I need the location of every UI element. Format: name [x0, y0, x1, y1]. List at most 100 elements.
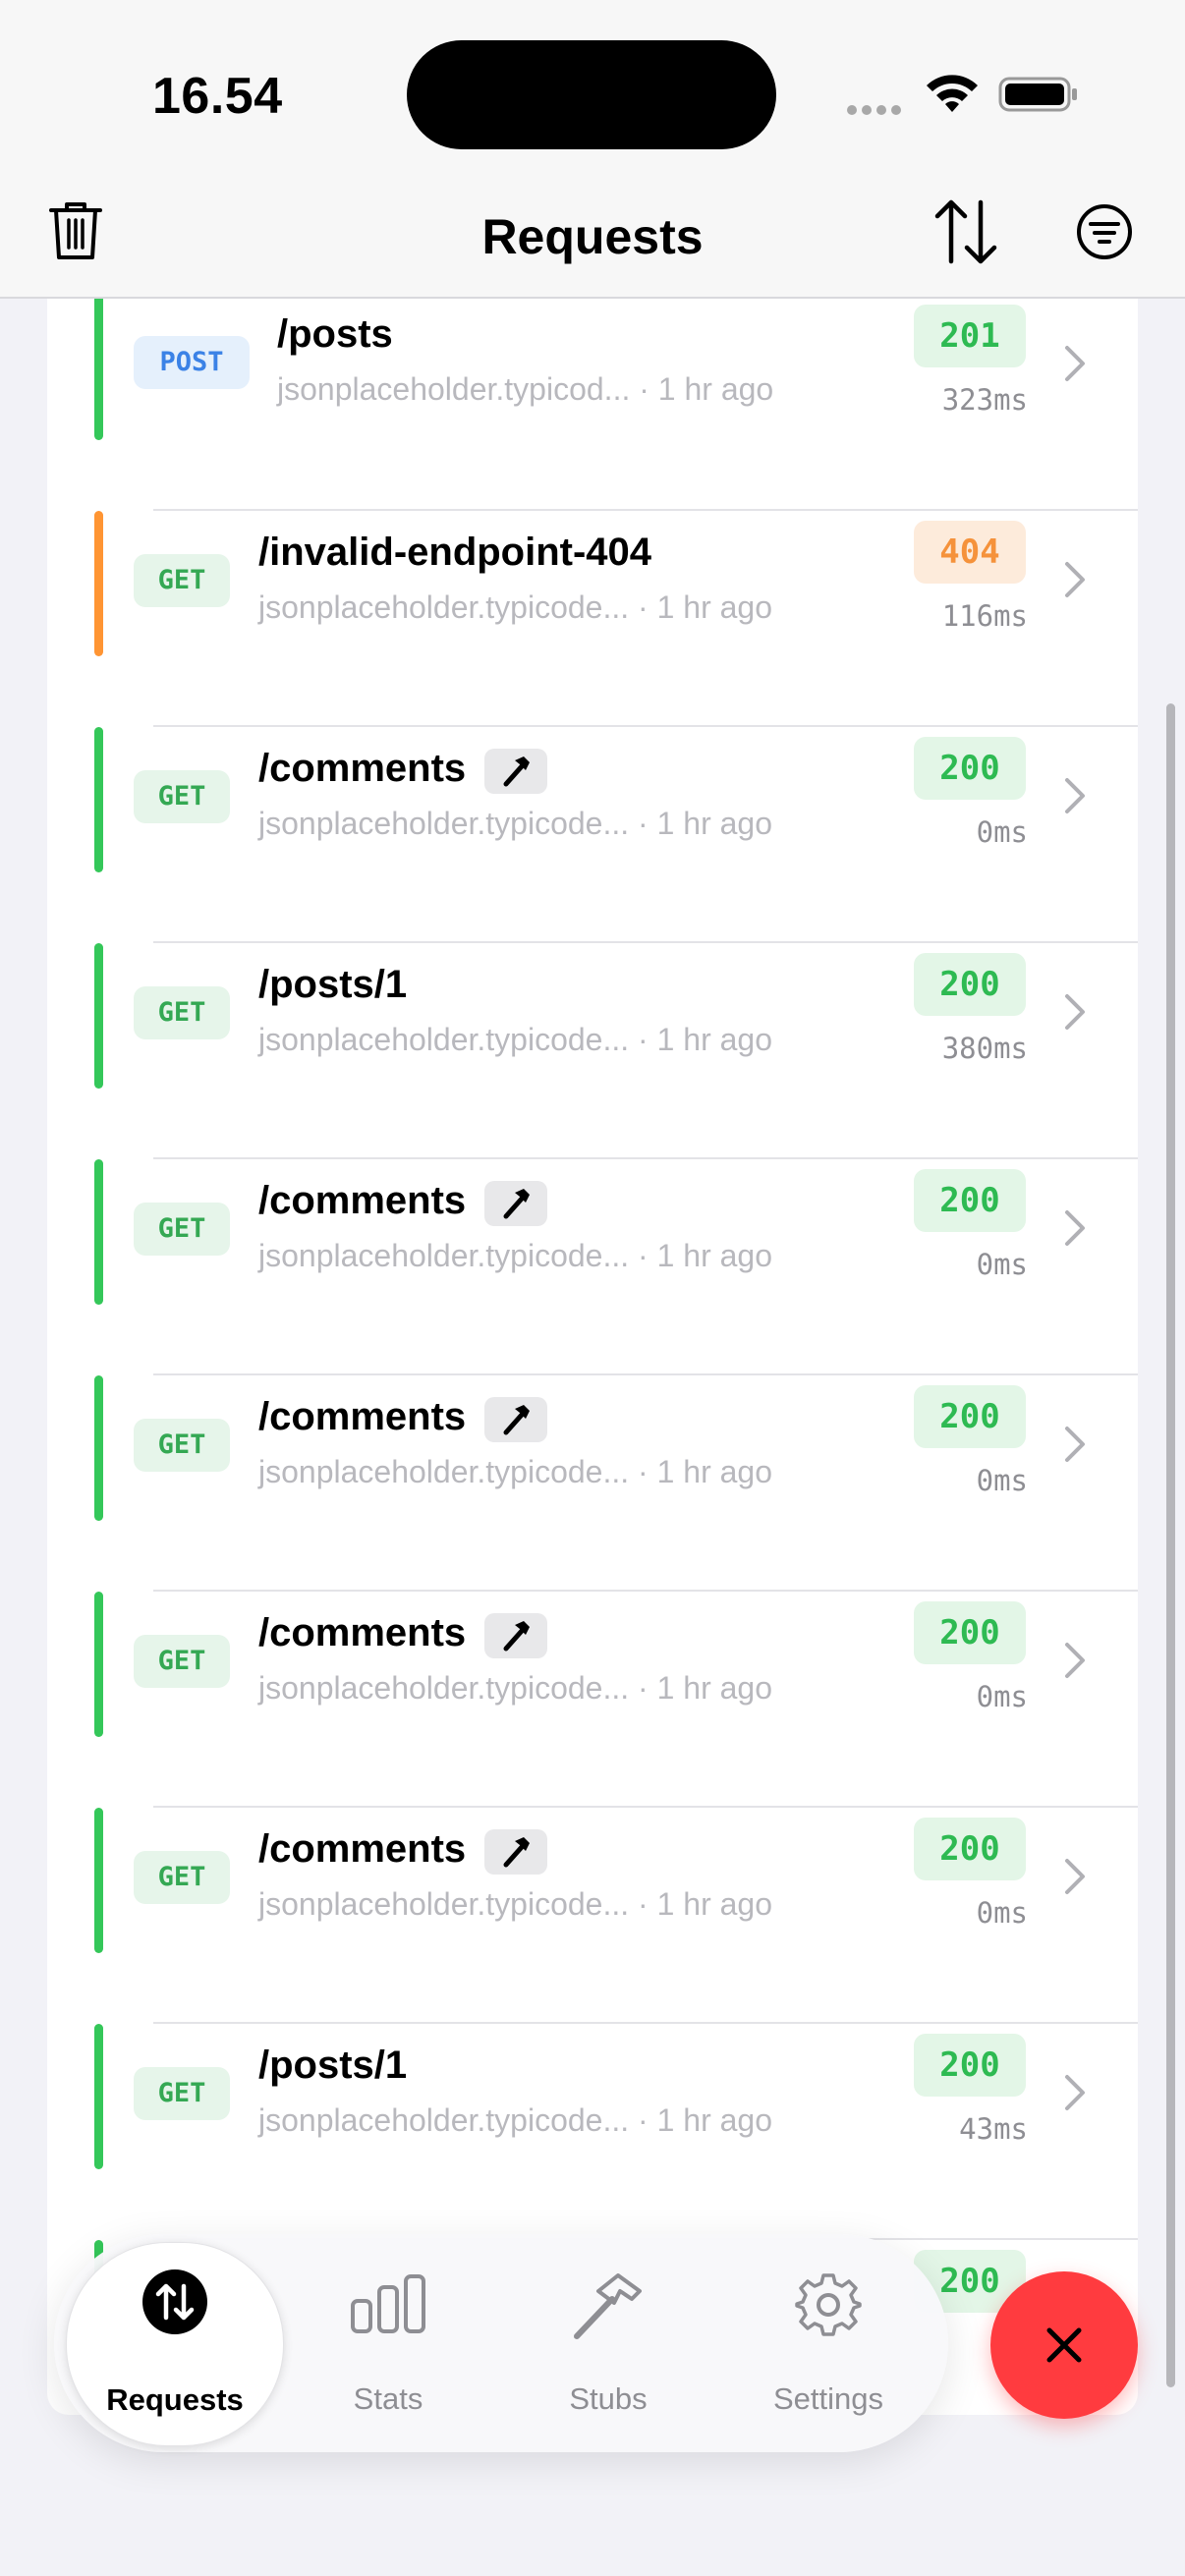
- status-bar: 16.54: [0, 0, 1185, 187]
- method-badge: GET: [134, 1635, 230, 1688]
- status-indicator-bar: [94, 511, 103, 656]
- request-duration: 0ms: [976, 815, 1028, 849]
- tab-requests[interactable]: Requests: [66, 2242, 284, 2446]
- request-duration: 43ms: [959, 2112, 1028, 2146]
- status-indicator-bar: [94, 1808, 103, 1953]
- stub-badge: [484, 1613, 547, 1658]
- tab-stubs[interactable]: Stubs: [510, 2242, 706, 2444]
- stub-badge: [484, 1397, 547, 1442]
- hammer-icon: [574, 2273, 642, 2339]
- request-host: jsonplaceholder.typicode... · 1 hr ago: [258, 1670, 772, 1706]
- status-code-badge: 200: [914, 1601, 1026, 1664]
- stub-badge: [484, 1181, 547, 1226]
- status-code-badge: 200: [914, 1818, 1026, 1880]
- request-path: /invalid-endpoint-404: [258, 531, 652, 574]
- status-code-badge: 200: [914, 737, 1026, 800]
- hammer-icon: [503, 1837, 530, 1868]
- request-duration: 0ms: [976, 1248, 1028, 1281]
- status-time: 16.54: [152, 68, 283, 125]
- sort-icon[interactable]: [931, 196, 1000, 267]
- status-indicator-bar: [94, 1159, 103, 1305]
- request-path: /posts: [277, 312, 393, 356]
- arrow-up-down-circle-icon: [142, 2269, 207, 2334]
- request-list: POST /posts jsonplaceholder.typicod... ·…: [47, 299, 1138, 2415]
- chevron-right-icon: [1065, 778, 1085, 813]
- status-code-badge: 200: [914, 1385, 1026, 1448]
- battery-icon: [998, 77, 1077, 112]
- tab-label: Stats: [353, 2381, 423, 2416]
- tab-label: Requests: [106, 2382, 244, 2417]
- request-duration: 323ms: [941, 383, 1028, 417]
- chevron-right-icon: [1065, 562, 1085, 597]
- method-badge: GET: [134, 1851, 230, 1904]
- request-host: jsonplaceholder.typicod... · 1 hr ago: [277, 371, 774, 407]
- tab-label: Settings: [772, 2381, 883, 2416]
- trash-icon[interactable]: [47, 198, 104, 263]
- chevron-right-icon: [1065, 1210, 1085, 1246]
- cellular-signal-icon: [847, 102, 906, 120]
- request-duration: 0ms: [976, 1464, 1028, 1497]
- method-badge: GET: [134, 1419, 230, 1472]
- method-badge: POST: [134, 336, 250, 389]
- bar-chart-icon: [351, 2274, 425, 2333]
- status-code-badge: 201: [914, 305, 1026, 367]
- method-badge: GET: [134, 554, 230, 607]
- method-badge: GET: [134, 1203, 230, 1256]
- request-row[interactable]: GET /comments jsonplaceholder.typicode..…: [47, 1808, 1138, 2024]
- request-duration: 0ms: [976, 1896, 1028, 1930]
- tab-settings[interactable]: Settings: [730, 2242, 927, 2444]
- request-row[interactable]: GET /comments jsonplaceholder.typicode..…: [47, 1592, 1138, 1808]
- wifi-icon: [927, 75, 978, 112]
- status-indicator-bar: [94, 943, 103, 1089]
- close-icon: [1046, 2327, 1082, 2363]
- status-indicator-bar: [94, 299, 103, 440]
- chevron-right-icon: [1065, 2075, 1085, 2110]
- request-row[interactable]: POST /posts jsonplaceholder.typicod... ·…: [47, 299, 1138, 511]
- method-badge: GET: [134, 770, 230, 823]
- hammer-icon: [503, 1405, 530, 1435]
- status-code-badge: 200: [914, 2034, 1026, 2097]
- status-code-badge: 404: [914, 521, 1026, 584]
- tab-stats[interactable]: Stats: [290, 2242, 486, 2444]
- filter-icon[interactable]: [1075, 202, 1134, 261]
- hammer-icon: [503, 1189, 530, 1219]
- request-path: /comments: [258, 1179, 467, 1222]
- request-path: /posts/1: [258, 963, 408, 1006]
- hammer-icon: [503, 1621, 530, 1652]
- request-duration: 116ms: [941, 599, 1028, 633]
- request-host: jsonplaceholder.typicode... · 1 hr ago: [258, 1238, 772, 1273]
- request-row[interactable]: GET /comments jsonplaceholder.typicode..…: [47, 727, 1138, 943]
- request-duration: 380ms: [941, 1032, 1028, 1065]
- hammer-icon: [503, 756, 530, 787]
- chevron-right-icon: [1065, 346, 1085, 381]
- method-badge: GET: [134, 986, 230, 1039]
- dynamic-island: [407, 40, 776, 149]
- request-row[interactable]: GET /invalid-endpoint-404 jsonplaceholde…: [47, 511, 1138, 727]
- status-indicator-bar: [94, 2024, 103, 2169]
- request-duration: 0ms: [976, 1680, 1028, 1713]
- page-title: Requests: [481, 209, 704, 264]
- chevron-right-icon: [1065, 1643, 1085, 1678]
- status-indicator-bar: [94, 1375, 103, 1521]
- stub-badge: [484, 749, 547, 794]
- chevron-right-icon: [1065, 994, 1085, 1030]
- method-badge: GET: [134, 2067, 230, 2120]
- gear-icon: [795, 2273, 862, 2336]
- request-host: jsonplaceholder.typicode... · 1 hr ago: [258, 1454, 772, 1489]
- stub-badge: [484, 1829, 547, 1875]
- request-path: /comments: [258, 1827, 467, 1871]
- request-row[interactable]: GET /posts/1 jsonplaceholder.typicode...…: [47, 2024, 1138, 2240]
- close-floating-button[interactable]: [990, 2271, 1138, 2419]
- request-row[interactable]: GET /comments jsonplaceholder.typicode..…: [47, 1159, 1138, 1375]
- request-path: /posts/1: [258, 2044, 408, 2087]
- tab-label: Stubs: [569, 2381, 648, 2416]
- request-row[interactable]: GET /posts/1 jsonplaceholder.typicode...…: [47, 943, 1138, 1159]
- request-host: jsonplaceholder.typicode... · 1 hr ago: [258, 806, 772, 841]
- request-row[interactable]: GET /comments jsonplaceholder.typicode..…: [47, 1375, 1138, 1592]
- status-indicator-bar: [94, 1592, 103, 1737]
- request-path: /comments: [258, 1395, 467, 1438]
- request-host: jsonplaceholder.typicode... · 1 hr ago: [258, 2102, 772, 2138]
- scroll-indicator[interactable]: [1166, 703, 1175, 2387]
- request-host: jsonplaceholder.typicode... · 1 hr ago: [258, 589, 772, 625]
- request-host: jsonplaceholder.typicode... · 1 hr ago: [258, 1022, 772, 1057]
